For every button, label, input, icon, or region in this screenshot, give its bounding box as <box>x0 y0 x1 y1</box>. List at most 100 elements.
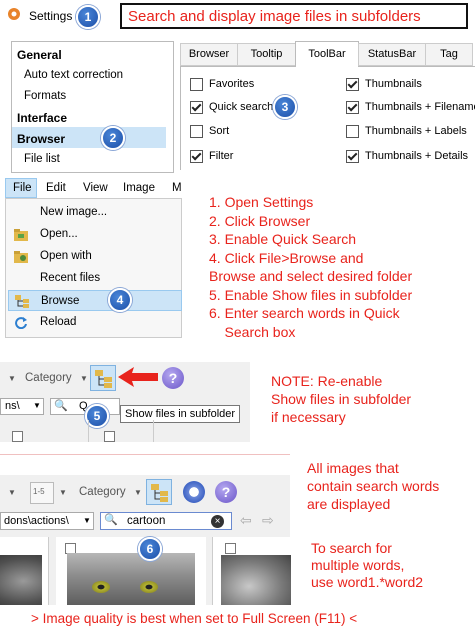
menu-view[interactable]: View <box>83 182 108 194</box>
nav-interface[interactable]: Interface <box>17 111 67 125</box>
thumbnail-cell[interactable] <box>0 537 49 605</box>
menu-item-open-with[interactable]: Open with <box>8 246 182 267</box>
tab-tag[interactable]: Tag <box>425 43 473 66</box>
nav-browser[interactable]: Browser <box>17 132 65 146</box>
forward-arrow-icon[interactable]: ⇨ <box>262 512 274 529</box>
settings-gear-icon <box>6 6 22 22</box>
tab-browser[interactable]: Browser <box>180 43 238 66</box>
thumbnails-checkbox[interactable] <box>346 77 359 91</box>
show-files-in-subfolder-button[interactable] <box>146 479 172 505</box>
subfolder-icon <box>151 484 168 502</box>
tab-tooltip[interactable]: Tooltip <box>237 43 296 66</box>
nav-auto-text-correction[interactable]: Auto text correction <box>24 69 123 81</box>
nav-file-list[interactable]: File list <box>24 153 60 165</box>
clear-search-icon[interactable]: × <box>211 515 224 528</box>
quick-search-checkbox[interactable] <box>190 100 203 114</box>
cat-left-eye <box>92 581 110 593</box>
browse-icon <box>15 295 29 308</box>
thumb-checkbox[interactable] <box>104 431 115 442</box>
thumbnails-filename-checkbox[interactable] <box>346 100 359 114</box>
menu-item-new-image[interactable]: New image... <box>8 202 182 223</box>
thumbnails-details-checkbox[interactable] <box>346 149 359 163</box>
search-icon: 🔍 <box>54 400 68 412</box>
step-6-text: 6. Enter search words in Quick <box>209 305 400 321</box>
path-dropdown-icon[interactable]: ▼ <box>33 401 41 410</box>
menu-item-reload[interactable]: Reload <box>8 312 182 333</box>
quick-search-input[interactable]: 🔍 cartoon × <box>100 512 232 530</box>
red-pointer-arrow <box>118 366 160 391</box>
menu-image[interactable]: Image <box>123 182 155 194</box>
tab-statusbar[interactable]: StatusBar <box>358 43 426 66</box>
thumbnail-cell[interactable] <box>212 537 291 605</box>
thumb-checkbox[interactable] <box>225 543 236 554</box>
cat-thumbnail <box>0 555 42 605</box>
nav-general[interactable]: General <box>17 48 62 62</box>
step-2-text: 2. Click Browser <box>209 212 311 229</box>
option-thumbnails[interactable]: Thumbnails <box>346 77 422 91</box>
note-text: NOTE: Re-enable Show files in subfolder … <box>271 373 412 425</box>
step-badge-4: 4 <box>108 288 132 312</box>
sort-checkbox[interactable] <box>190 124 203 138</box>
menu-item-browse[interactable]: Browse <box>8 290 182 311</box>
back-arrow-icon[interactable]: ⇦ <box>240 512 252 529</box>
path-dropdown-icon[interactable]: ▼ <box>83 516 91 525</box>
step-badge-3: 3 <box>273 95 297 119</box>
cat-right-eye <box>140 581 158 593</box>
dropdown-arrow-icon[interactable]: ▼ <box>8 488 16 497</box>
footer-note: > Image quality is best when set to Full… <box>31 611 358 626</box>
option-thumbnails-filename[interactable]: Thumbnails + Filename <box>346 100 475 114</box>
step-1-text: 1. Open Settings <box>209 194 314 210</box>
tab-toolbar[interactable]: ToolBar <box>295 41 359 67</box>
filter-checkbox[interactable] <box>190 149 203 163</box>
subfolder-icon <box>95 370 112 388</box>
option-sort[interactable]: Sort <box>190 124 229 138</box>
cat-thumbnail <box>221 555 291 605</box>
option-thumbnails-labels[interactable]: Thumbnails + Labels <box>346 124 467 138</box>
menu-item-open[interactable]: Open... <box>8 224 182 245</box>
menu-edit[interactable]: Edit <box>46 182 66 194</box>
step-6b-text: Search box <box>209 323 296 340</box>
show-files-in-subfolder-button[interactable] <box>90 365 116 391</box>
help-icon[interactable]: ? <box>215 481 237 503</box>
menu-more[interactable]: M <box>172 182 182 194</box>
reload-icon <box>14 316 28 330</box>
thumb-checkbox[interactable] <box>12 431 23 442</box>
instruction-steps: 1. Open Settings 2. Click Browser 3. Ena… <box>209 193 412 341</box>
thumb-divider <box>153 420 154 442</box>
all-images-note: All images that contain search words are… <box>307 460 440 512</box>
step-4-text: 4. Click File>Browse and <box>209 249 364 266</box>
thumb-divider <box>88 420 89 442</box>
nav-formats[interactable]: Formats <box>24 90 66 102</box>
category-label[interactable]: Category <box>79 486 126 498</box>
thumbnail-cell[interactable] <box>56 537 206 605</box>
menu-file-label[interactable]: File <box>13 182 32 194</box>
step-3-text: 3. Enable Quick Search <box>209 231 357 247</box>
cat-thumbnail <box>67 553 195 605</box>
category-dropdown-icon[interactable]: ▼ <box>134 488 142 497</box>
date-filter-button[interactable]: 1-5 <box>30 482 54 504</box>
date-dropdown-icon[interactable]: ▼ <box>59 488 67 497</box>
help-icon[interactable]: ? <box>162 367 184 389</box>
open-with-icon <box>14 250 28 263</box>
step-badge-2: 2 <box>101 126 125 150</box>
dropdown-arrow-icon[interactable]: ▼ <box>8 374 16 383</box>
thumbnails-labels-checkbox[interactable] <box>346 124 359 138</box>
step-4b-text: Browse and select desired folder <box>209 268 413 284</box>
option-thumbnails-details[interactable]: Thumbnails + Details <box>346 149 468 163</box>
page-title: Search and display image files in subfol… <box>128 8 421 25</box>
step-badge-1: 1 <box>76 5 100 29</box>
option-favorites[interactable]: Favorites <box>190 77 254 91</box>
path-field[interactable]: ns\ ▼ <box>0 398 44 415</box>
category-dropdown-icon[interactable]: ▼ <box>80 374 88 383</box>
settings-label[interactable]: Settings <box>29 9 72 23</box>
menu-item-recent-files[interactable]: Recent files <box>8 268 182 289</box>
path-field[interactable]: dons\actions\ ▼ <box>0 512 94 530</box>
step-5-text: 5. Enable Show files in subfolder <box>209 286 413 303</box>
option-filter[interactable]: Filter <box>190 149 233 163</box>
multi-word-note: To search for multiple words, use word1.… <box>311 540 424 590</box>
open-folder-icon <box>14 228 28 241</box>
option-quick-search[interactable]: Quick search <box>190 100 273 114</box>
category-label[interactable]: Category <box>25 372 72 384</box>
settings-gear-icon[interactable] <box>183 481 205 503</box>
favorites-checkbox[interactable] <box>190 77 203 91</box>
